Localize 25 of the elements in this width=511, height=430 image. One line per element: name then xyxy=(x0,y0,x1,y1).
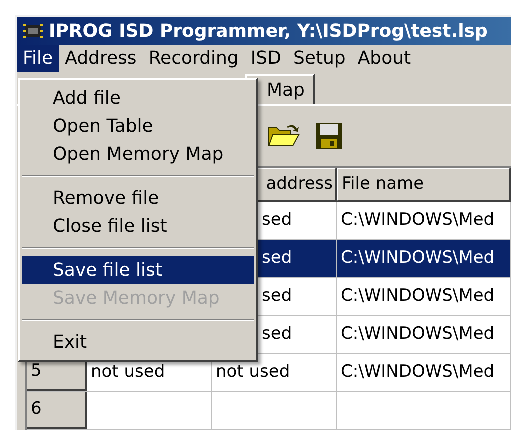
table-cell-text: sed xyxy=(262,246,292,270)
menu-item[interactable]: About xyxy=(352,45,418,72)
menu-item[interactable]: Open Memory Map xyxy=(22,140,254,168)
row-header: 6 xyxy=(27,392,87,429)
table-cell-text: not used xyxy=(216,360,290,384)
table-cell-text: C:\WINDOWS\Med xyxy=(341,208,495,232)
save-icon[interactable] xyxy=(315,122,343,150)
menu-item[interactable]: Address xyxy=(59,45,143,72)
table-cell-text: C:\WINDOWS\Med xyxy=(341,246,495,270)
menu-item[interactable]: Open Table xyxy=(22,112,254,140)
menu-item[interactable]: Setup xyxy=(287,45,352,72)
window-title: IPROG ISD Programmer, Y:\ISDProg\test.lsp xyxy=(49,20,488,44)
table-row[interactable]: 6 xyxy=(27,392,511,430)
table-cell-text: sed xyxy=(262,322,292,346)
column-header[interactable]: File name xyxy=(337,168,511,202)
table-cell-text: C:\WINDOWS\Med xyxy=(341,322,495,346)
menu-item[interactable]: Recording xyxy=(142,45,245,72)
table-cell-text: C:\WINDOWS\Med xyxy=(341,360,495,384)
table-cell-text: sed xyxy=(262,208,292,232)
menu-item[interactable]: ISD xyxy=(244,45,288,72)
table-cell-text: sed xyxy=(262,284,292,308)
menu-item[interactable]: Save file list xyxy=(22,256,254,284)
table-cell-text: not used xyxy=(91,360,166,384)
menu-item[interactable]: File xyxy=(17,45,60,72)
table-cell-text: C:\WINDOWS\Med xyxy=(341,284,495,308)
